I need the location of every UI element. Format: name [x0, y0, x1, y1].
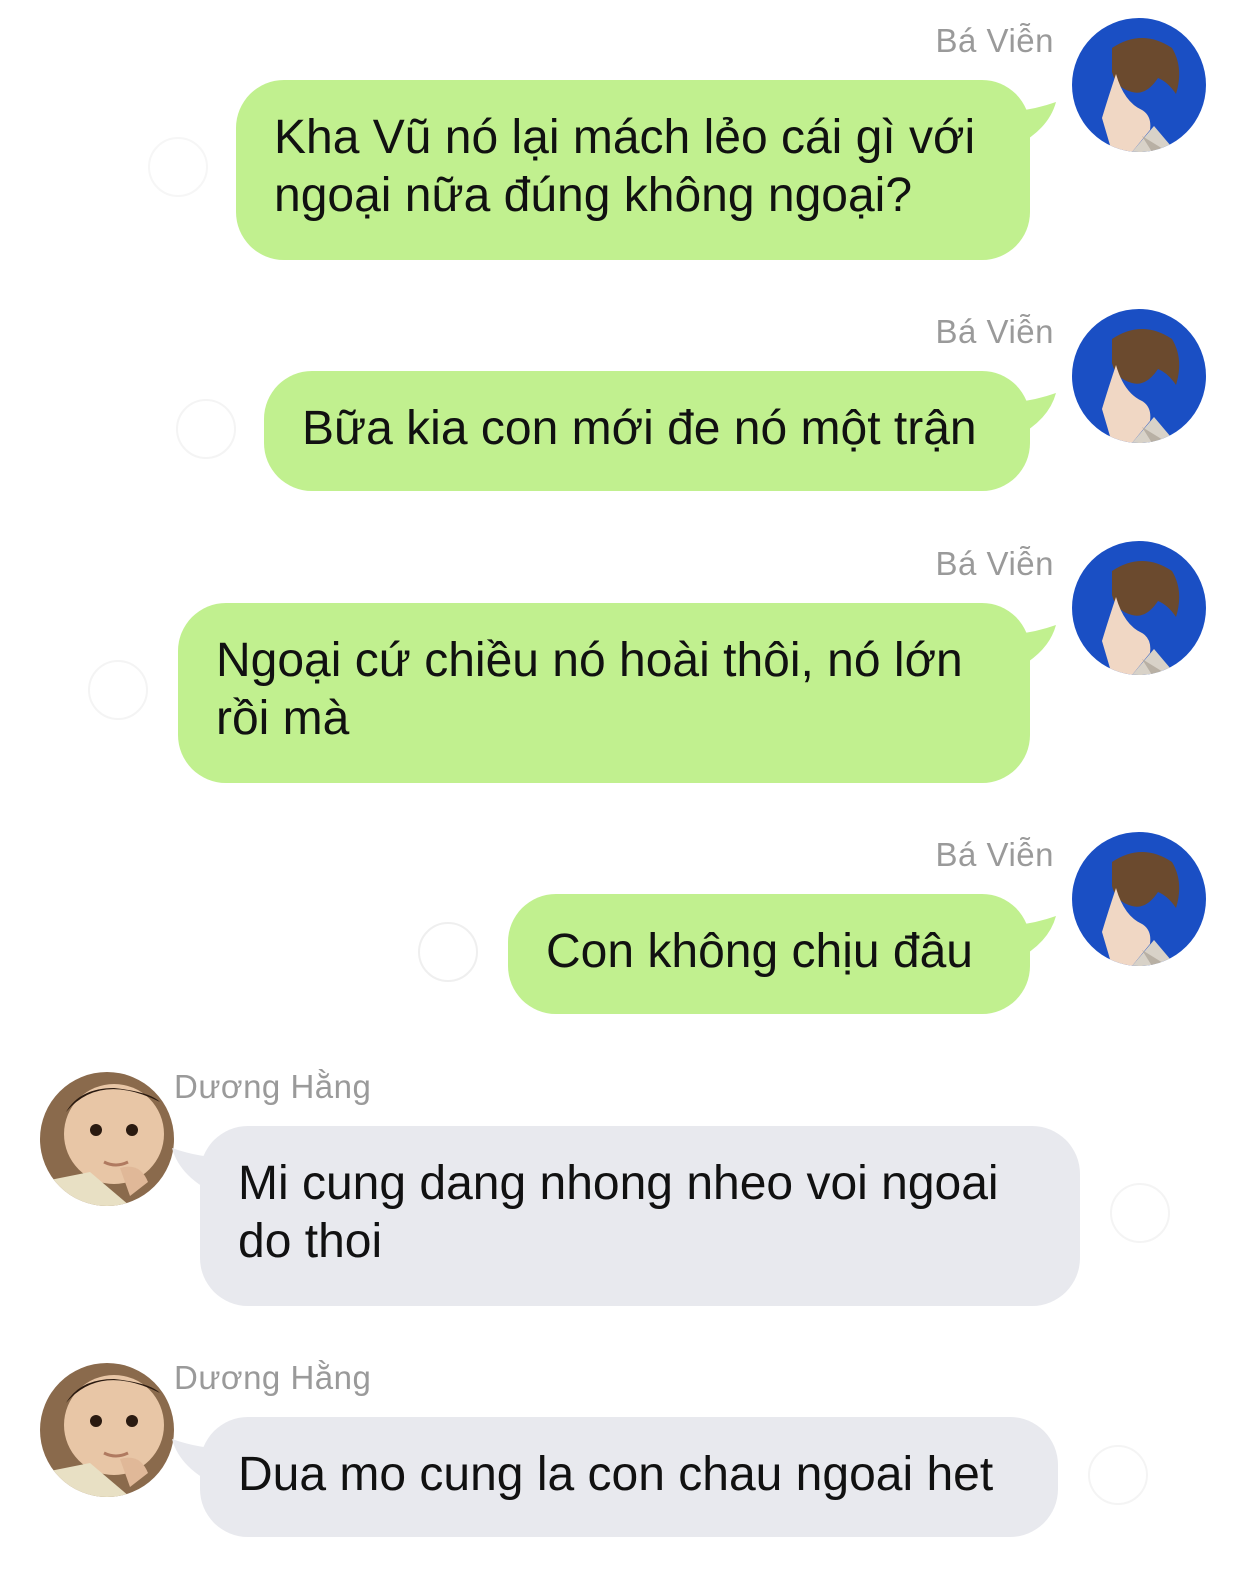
chat-message-list: Bá Viễn Kha Vũ nó lại mách lẻo cái gì vớ…	[0, 0, 1242, 1585]
reaction-button[interactable]	[418, 922, 478, 982]
sender-name: Bá Viễn	[935, 836, 1054, 873]
sender-avatar[interactable]	[1072, 541, 1206, 675]
message-bubble[interactable]: Bữa kia con mới đe nó một trận	[264, 371, 1030, 491]
sender-name: Bá Viễn	[935, 313, 1054, 350]
sender-name: Dương Hằng	[174, 1068, 372, 1105]
reaction-button[interactable]	[1110, 1183, 1170, 1243]
message-row: Bá Viễn Bữa kia con mới đe nó một trận	[0, 309, 1242, 493]
sender-name: Bá Viễn	[935, 545, 1054, 582]
sender-avatar[interactable]	[40, 1072, 174, 1206]
reaction-button[interactable]	[176, 399, 236, 459]
reaction-button[interactable]	[88, 660, 148, 720]
reaction-button[interactable]	[1088, 1445, 1148, 1505]
sender-avatar[interactable]	[1072, 832, 1206, 966]
sender-name: Bá Viễn	[935, 22, 1054, 59]
message-bubble[interactable]: Con không chịu đâu	[508, 894, 1030, 1014]
message-bubble[interactable]: Dua mo cung la con chau ngoai het	[200, 1417, 1058, 1537]
message-bubble[interactable]: Ngoại cứ chiều nó hoài thôi, nó lớn rồi …	[178, 603, 1030, 783]
sender-avatar[interactable]	[40, 1363, 174, 1497]
message-row: Bá Viễn Kha Vũ nó lại mách lẻo cái gì vớ…	[0, 18, 1242, 262]
message-bubble[interactable]: Kha Vũ nó lại mách lẻo cái gì với ngoại …	[236, 80, 1030, 260]
message-row: Dương Hằng Dua mo cung la con chau ngoai…	[0, 1359, 1242, 1539]
message-row: Bá Viễn Ngoại cứ chiều nó hoài thôi, nó …	[0, 541, 1242, 785]
message-row: Bá Viễn Con không chịu đâu	[0, 832, 1242, 1016]
reaction-button[interactable]	[148, 137, 208, 197]
sender-avatar[interactable]	[1072, 309, 1206, 443]
message-bubble[interactable]: Mi cung dang nhong nheo voi ngoai do tho…	[200, 1126, 1080, 1306]
sender-avatar[interactable]	[1072, 18, 1206, 152]
sender-name: Dương Hằng	[174, 1359, 372, 1396]
message-row: Dương Hằng Mi cung dang nhong nheo voi n…	[0, 1068, 1242, 1308]
